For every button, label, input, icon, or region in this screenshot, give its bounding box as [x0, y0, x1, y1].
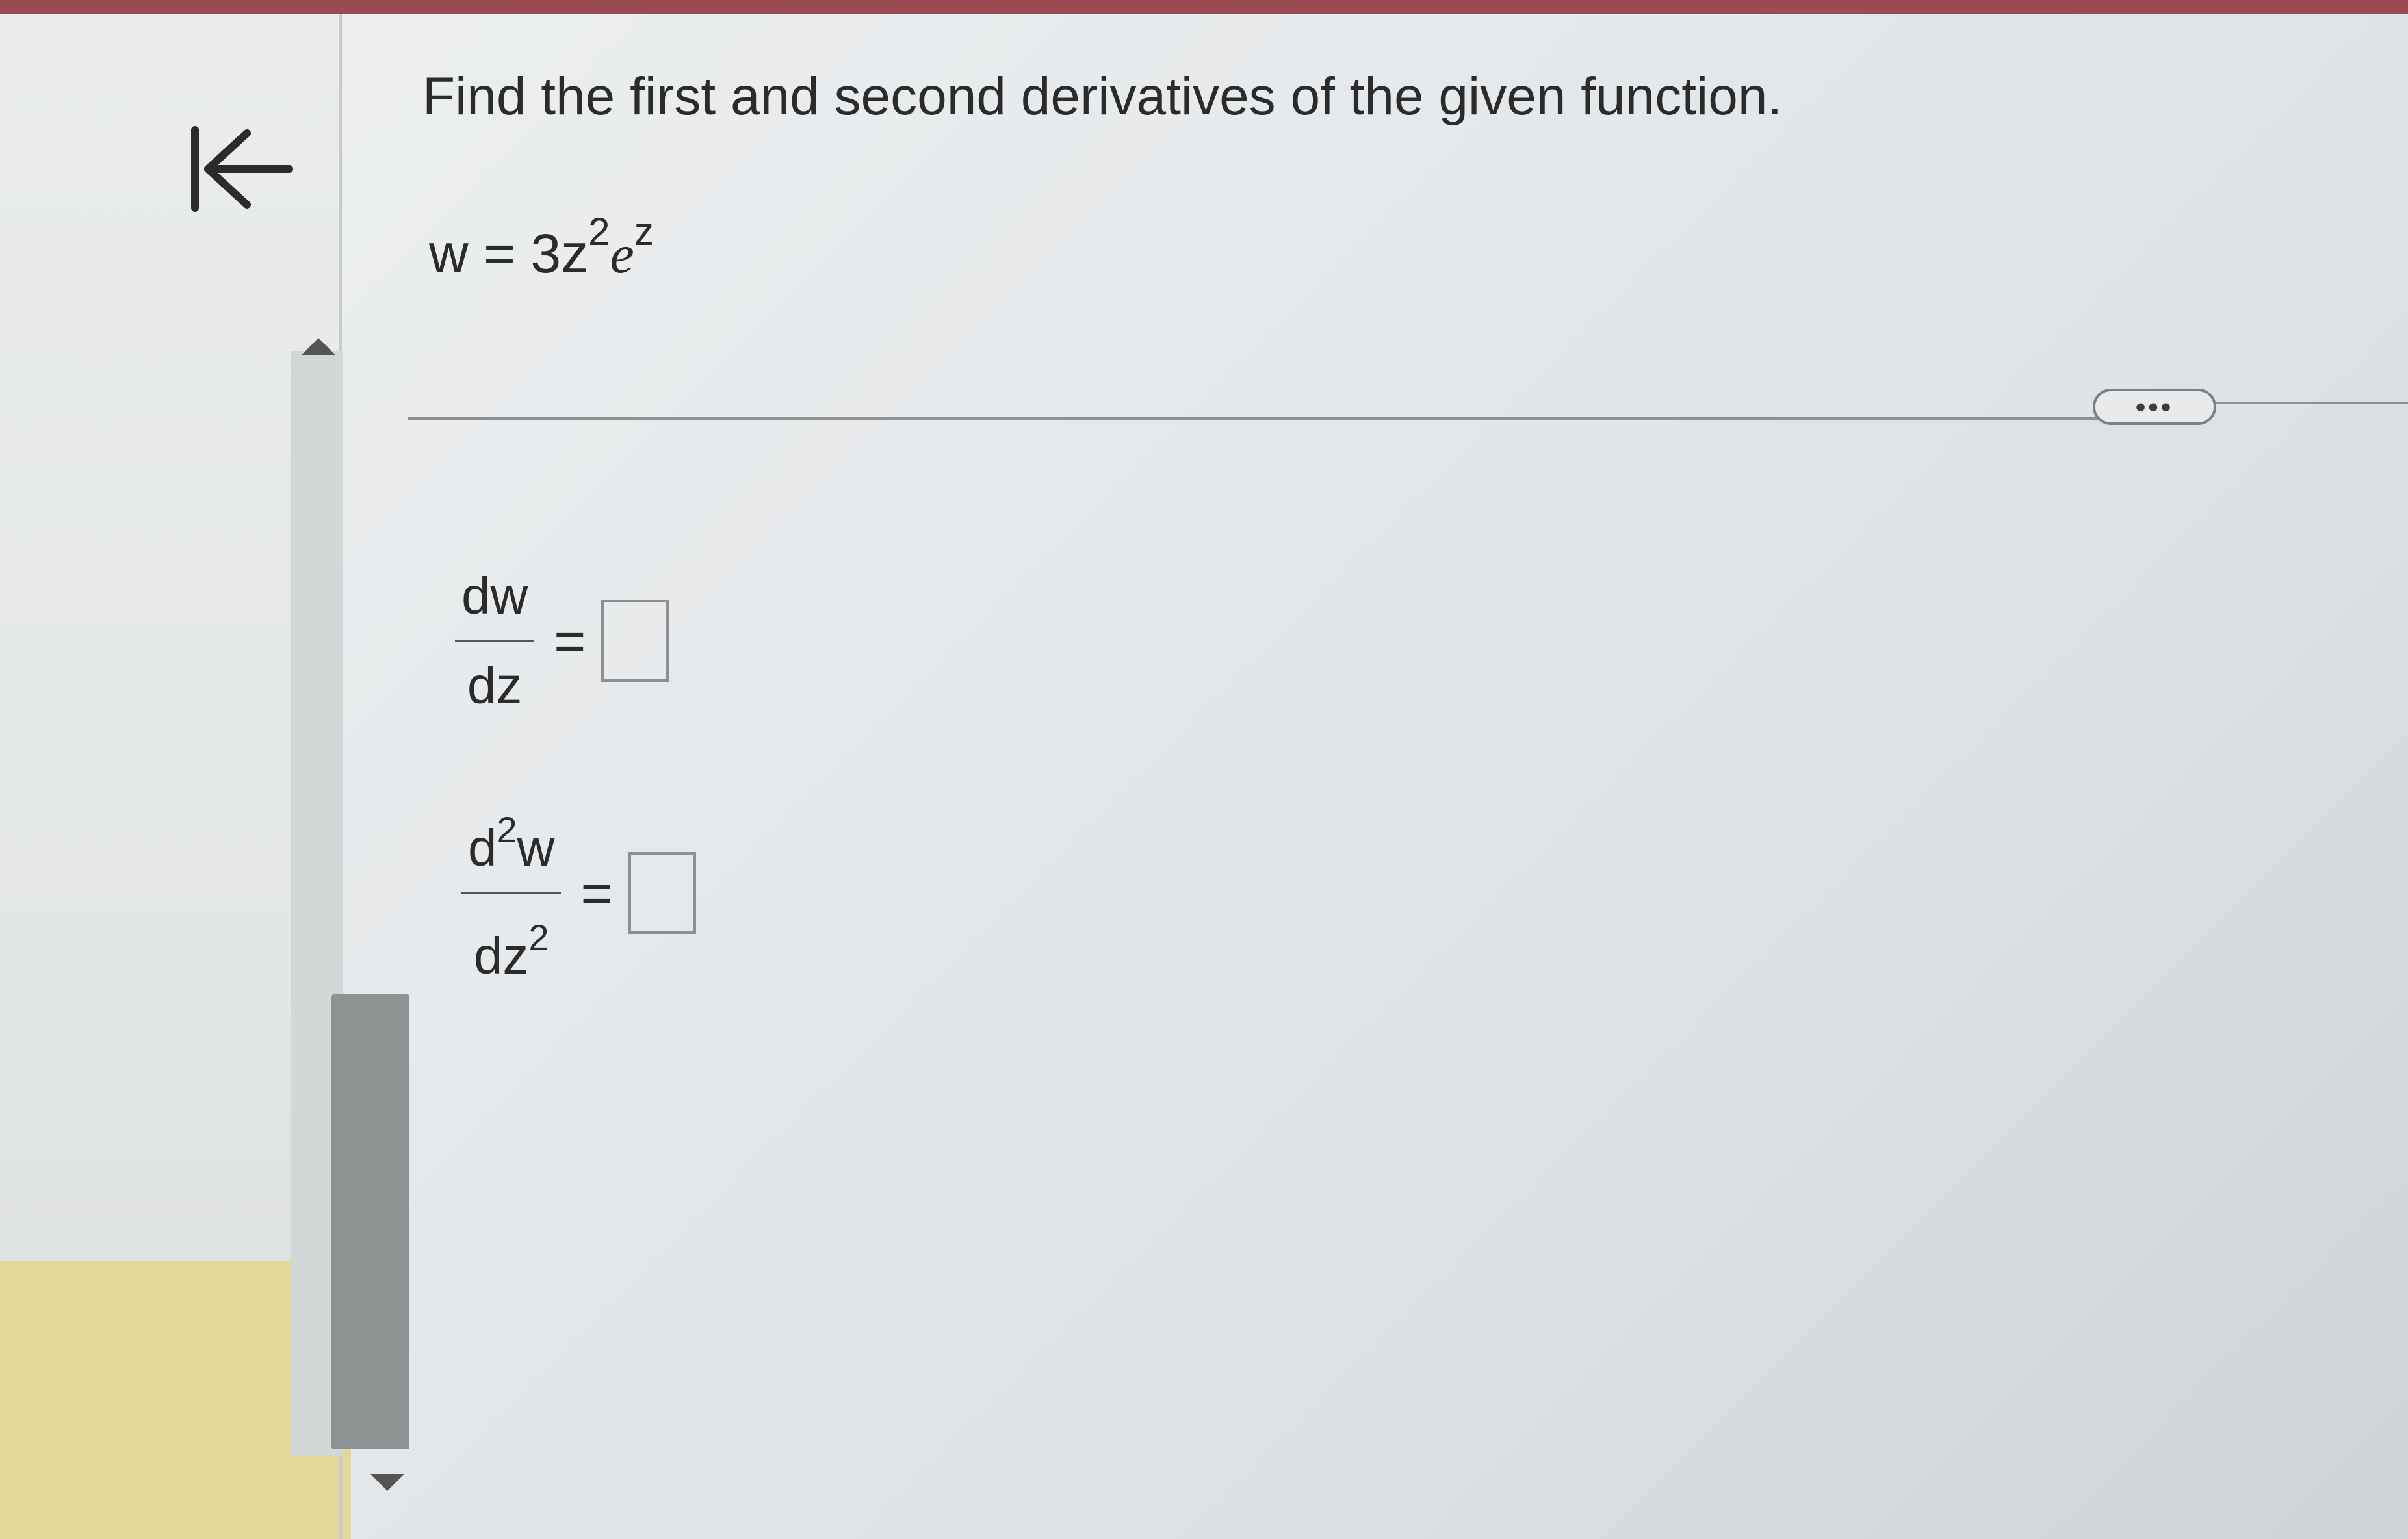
first-derivative-fraction: dw dz: [455, 560, 535, 721]
question-text: Find the first and second derivatives of…: [422, 67, 1783, 126]
first-derivative-answer-input[interactable]: [601, 600, 669, 682]
scrollbar-thumb[interactable]: [331, 994, 409, 1449]
function-expression: w = 3z2ez: [429, 209, 654, 286]
denominator-power: 2: [528, 917, 549, 958]
function-exponent: z: [634, 210, 654, 253]
second-derivative-fraction: d2w dz2: [461, 794, 562, 992]
second-derivative-numerator: d2w: [461, 794, 561, 884]
function-base: e: [610, 224, 634, 285]
function-coefficient: 3z: [530, 223, 589, 284]
scroll-down-arrow-icon[interactable]: [370, 1474, 404, 1491]
fraction-bar: [461, 892, 562, 894]
second-derivative-row: d2w dz2 =: [461, 794, 696, 992]
question-content: Find the first and second derivatives of…: [403, 14, 2408, 1539]
numerator-w: w: [517, 819, 555, 877]
numerator-d: d: [468, 819, 497, 877]
first-derivative-numerator: dw: [461, 567, 528, 625]
first-derivative-row: dw dz =: [455, 560, 669, 721]
first-derivative-equals-sign: =: [554, 610, 586, 671]
second-derivative-denominator: dz2: [467, 902, 556, 992]
function-equals-sign: =: [484, 223, 516, 284]
more-options-button[interactable]: •••: [2093, 389, 2216, 425]
second-derivative-answer-input[interactable]: [628, 852, 696, 934]
denominator-dz: dz: [473, 927, 529, 985]
fraction-bar: [455, 640, 535, 642]
function-lhs: w: [429, 223, 469, 284]
section-divider-right: [2216, 402, 2408, 404]
second-derivative-equals-sign: =: [580, 862, 613, 924]
collapse-left-icon[interactable]: [182, 117, 299, 221]
first-derivative-denominator: dz: [467, 656, 523, 714]
scroll-up-arrow-icon[interactable]: [302, 338, 335, 355]
top-accent-bar: [0, 0, 2408, 14]
numerator-power: 2: [497, 809, 517, 850]
section-divider: [408, 417, 2098, 420]
function-power: 2: [588, 210, 610, 253]
screen: Find the first and second derivatives of…: [0, 0, 2408, 1539]
